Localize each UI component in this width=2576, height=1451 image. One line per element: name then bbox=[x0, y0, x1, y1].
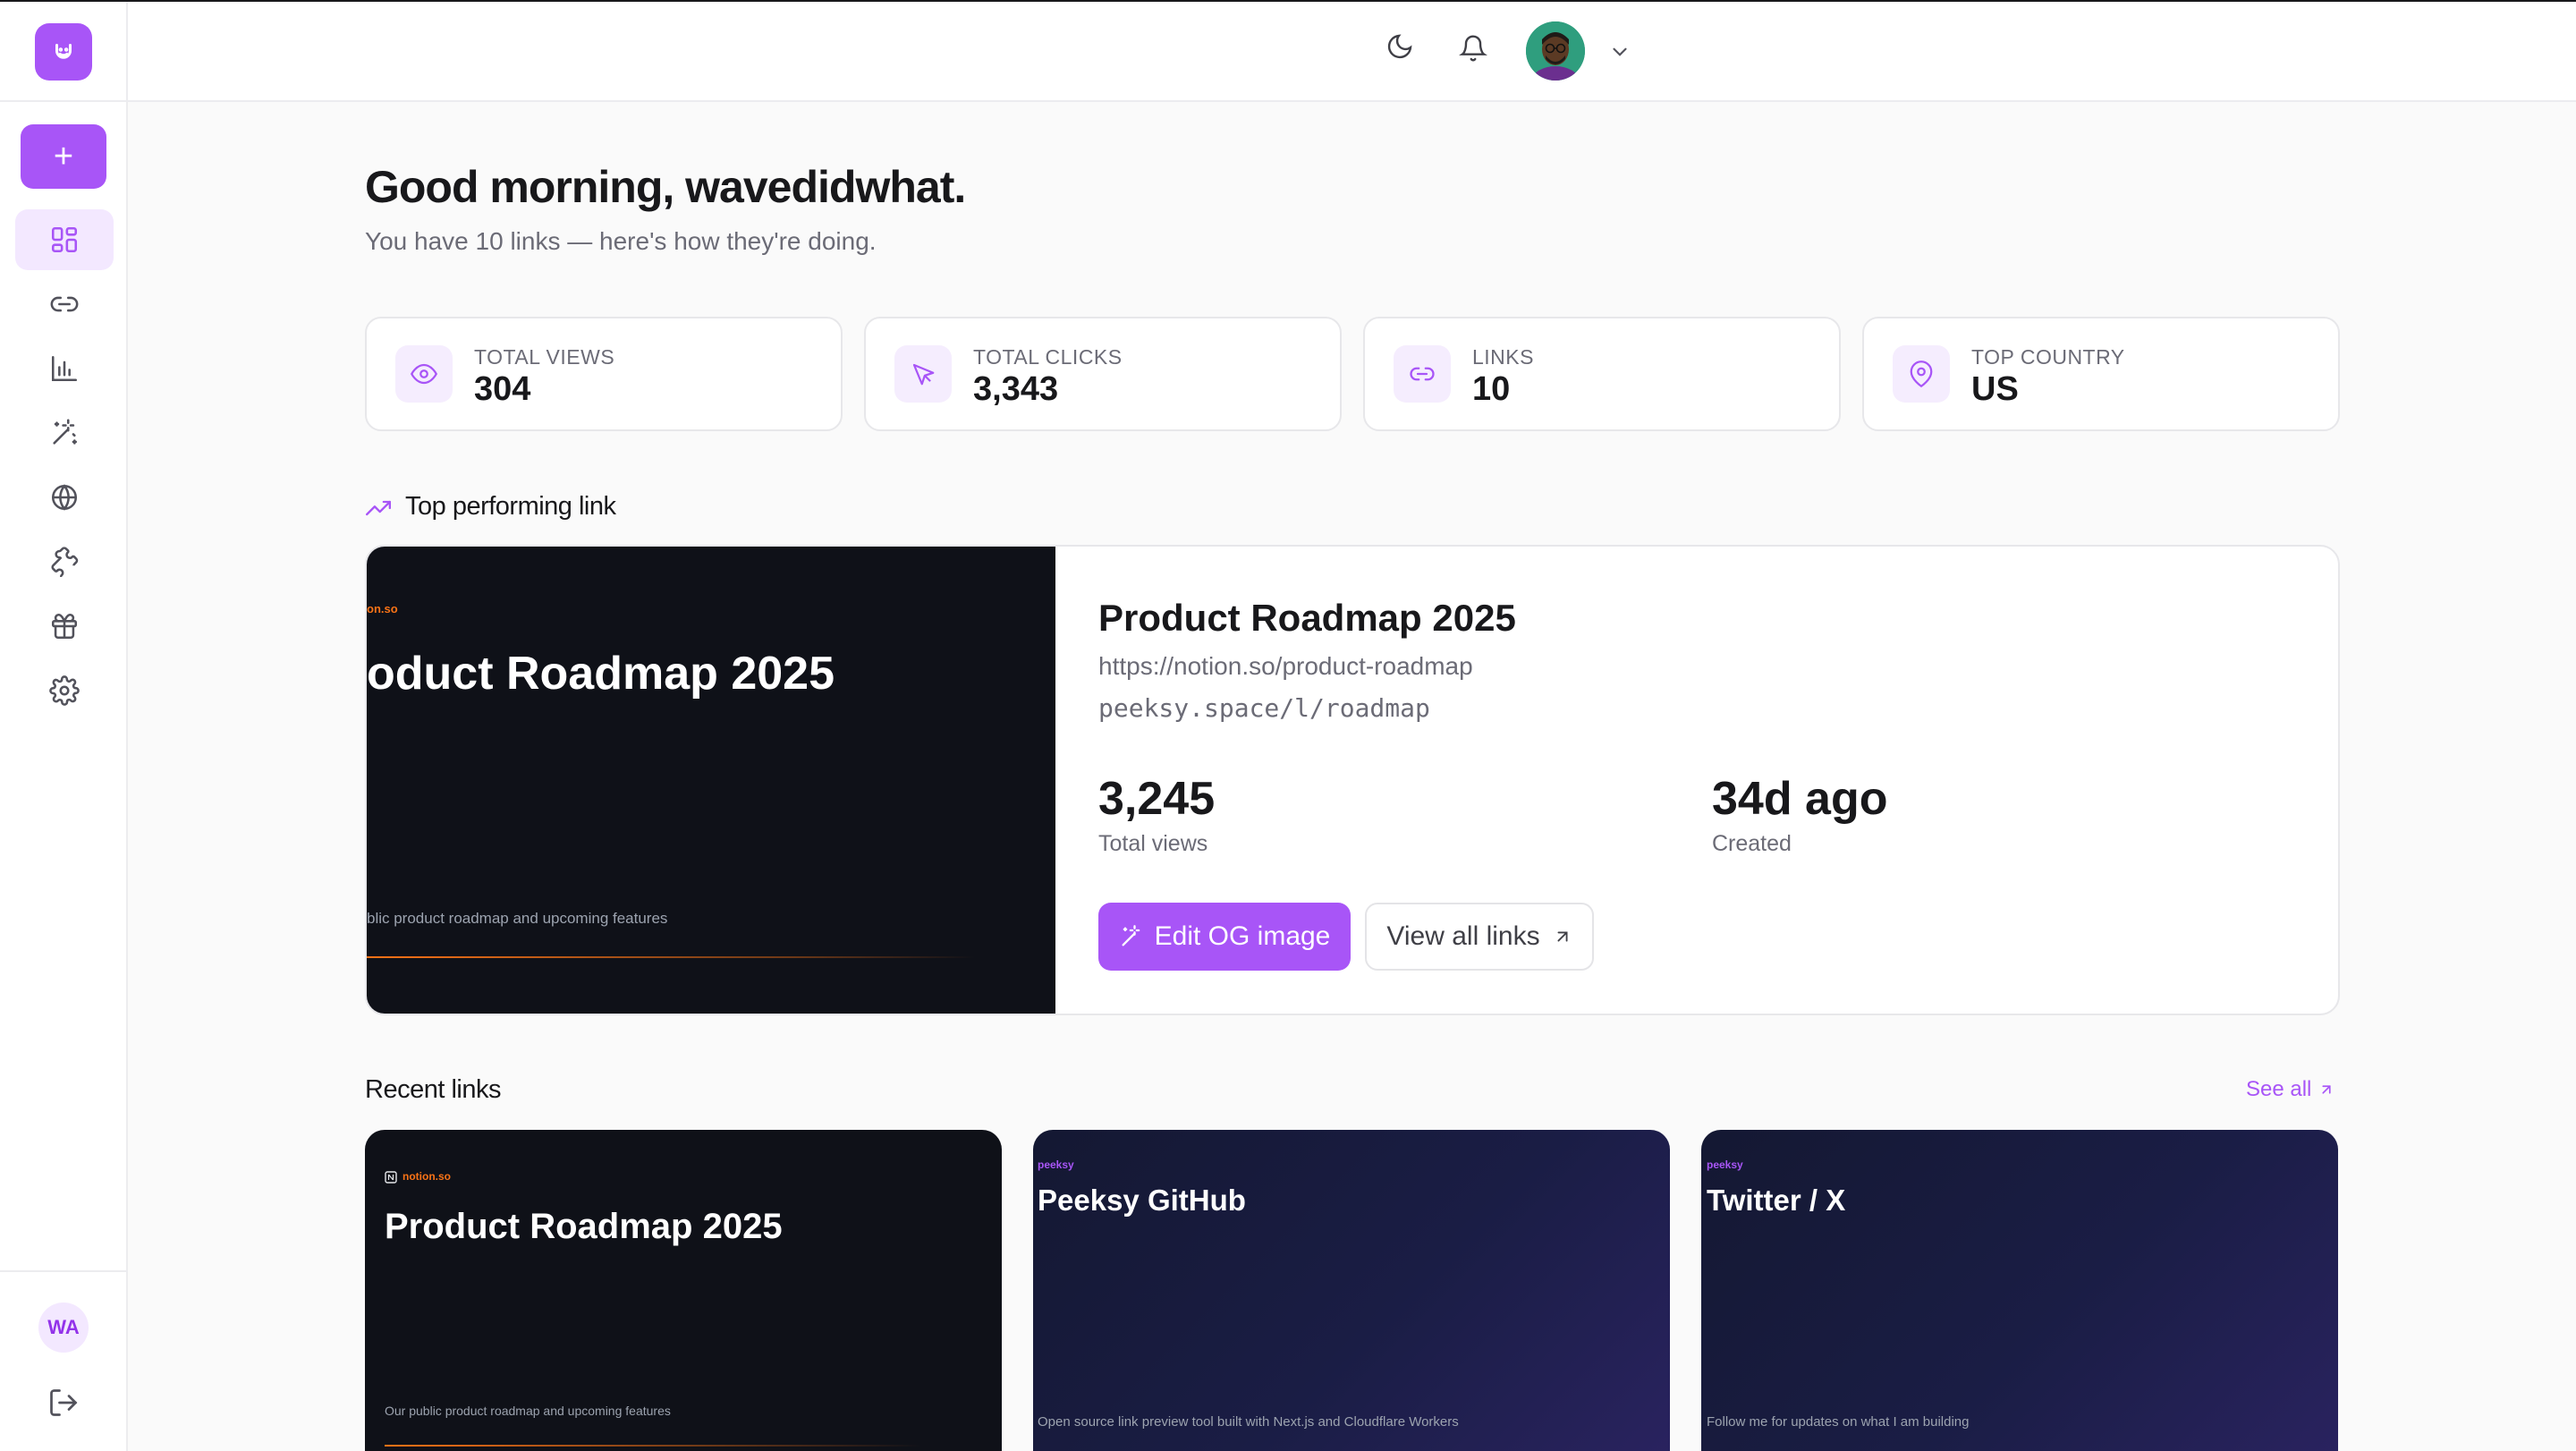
recent-link-domain: peeksy bbox=[1707, 1158, 1743, 1171]
top-link-views: 3,245 bbox=[1098, 773, 1216, 825]
sidebar-item-referrals[interactable] bbox=[15, 596, 114, 657]
stat-card-links: LINKS 10 bbox=[1363, 317, 1841, 431]
sidebar-item-links[interactable] bbox=[15, 274, 114, 335]
magic-wand-icon bbox=[53, 419, 78, 445]
page-title: Good morning, wavedidwhat. bbox=[365, 162, 966, 212]
user-menu-toggle[interactable] bbox=[1602, 34, 1638, 70]
theme-toggle-button[interactable] bbox=[1382, 29, 1418, 64]
top-link-created: 34d ago bbox=[1712, 773, 1888, 825]
recent-link-title: Twitter / X bbox=[1707, 1184, 1846, 1217]
user-avatar-image bbox=[1526, 21, 1585, 81]
top-link-views-label: Total views bbox=[1098, 831, 1208, 856]
chevron-down-icon bbox=[1613, 47, 1627, 56]
stat-card-top-country: TOP COUNTRY US bbox=[1862, 317, 2340, 431]
globe-icon bbox=[51, 484, 78, 511]
top-link-title: Product Roadmap 2025 bbox=[1098, 597, 1516, 639]
logo-face-icon bbox=[55, 44, 72, 59]
arrow-up-right-icon bbox=[2322, 1085, 2331, 1094]
sidebar: + WA bbox=[0, 2, 128, 1451]
stat-value: 304 bbox=[474, 370, 531, 408]
link-icon bbox=[1410, 367, 1435, 381]
sidebar-item-dashboard[interactable] bbox=[15, 209, 114, 270]
grid-icon bbox=[51, 226, 78, 253]
top-link-short-url[interactable]: peeksy.space/l/roadmap bbox=[1098, 693, 1430, 723]
puzzle-icon bbox=[51, 547, 79, 577]
sidebar-divider bbox=[0, 100, 126, 102]
stat-icon bbox=[1893, 345, 1950, 403]
trending-up-icon bbox=[366, 500, 391, 516]
recent-links-title: Recent links bbox=[365, 1075, 501, 1104]
page-subtitle: You have 10 links — here's how they're d… bbox=[365, 227, 877, 255]
og-accent-line bbox=[385, 1445, 921, 1447]
sidebar-item-domains[interactable] bbox=[15, 467, 114, 528]
link-icon bbox=[50, 296, 79, 312]
og-image-preview: on.so oduct Roadmap 2025 blic product ro… bbox=[367, 547, 1055, 1014]
notion-icon bbox=[385, 1171, 397, 1184]
stat-value: 10 bbox=[1472, 370, 1511, 408]
logout-icon bbox=[50, 1389, 78, 1416]
cursor-icon bbox=[912, 363, 935, 386]
stat-value: US bbox=[1971, 370, 2019, 408]
user-initials-avatar[interactable]: WA bbox=[38, 1303, 89, 1353]
view-all-links-button[interactable]: View all links bbox=[1365, 903, 1594, 971]
stat-label: TOP COUNTRY bbox=[1971, 345, 2125, 369]
bell-icon bbox=[1459, 35, 1487, 62]
view-all-links-label: View all links bbox=[1386, 921, 1540, 951]
sidebar-item-analytics[interactable] bbox=[15, 338, 114, 399]
edit-og-image-button[interactable]: Edit OG image bbox=[1098, 903, 1351, 971]
og-accent-line bbox=[367, 956, 975, 958]
bar-chart-icon bbox=[51, 355, 78, 382]
sidebar-item-og-editor[interactable] bbox=[15, 403, 114, 463]
og-title: oduct Roadmap 2025 bbox=[367, 648, 835, 700]
gift-icon bbox=[51, 613, 78, 640]
recent-link-title: Peeksy GitHub bbox=[1038, 1184, 1246, 1217]
sidebar-divider bbox=[0, 1270, 126, 1272]
gear-icon bbox=[49, 675, 80, 706]
stat-card-total-views: TOTAL VIEWS 304 bbox=[365, 317, 843, 431]
og-domain: on.so bbox=[367, 602, 398, 615]
stat-label: TOTAL VIEWS bbox=[474, 345, 615, 369]
edit-og-image-label: Edit OG image bbox=[1154, 921, 1331, 951]
recent-link-card[interactable]: peeksy Peeksy GitHub Open source link pr… bbox=[1033, 1130, 1670, 1451]
stat-label: TOTAL CLICKS bbox=[973, 345, 1123, 369]
sidebar-item-integrations[interactable] bbox=[15, 531, 114, 592]
top-performing-title: Top performing link bbox=[405, 492, 616, 521]
see-all-link[interactable]: See all bbox=[2246, 1077, 2334, 1102]
logout-button[interactable] bbox=[47, 1387, 80, 1419]
top-header bbox=[128, 2, 2576, 102]
recent-link-description: Our public product roadmap and upcoming … bbox=[385, 1404, 671, 1418]
top-link-created-label: Created bbox=[1712, 831, 1792, 856]
new-link-button[interactable]: + bbox=[21, 124, 106, 189]
recent-link-card[interactable]: notion.so Product Roadmap 2025 Our publi… bbox=[365, 1130, 1002, 1451]
stat-icon bbox=[1394, 345, 1451, 403]
recent-link-domain: notion.so bbox=[402, 1170, 451, 1183]
app-logo[interactable] bbox=[35, 23, 92, 81]
og-description: blic product roadmap and upcoming featur… bbox=[367, 910, 668, 927]
magic-wand-icon bbox=[1122, 925, 1140, 946]
recent-link-card[interactable]: peeksy Twitter / X Follow me for updates… bbox=[1701, 1130, 2338, 1451]
recent-link-description: Follow me for updates on what I am build… bbox=[1707, 1414, 1970, 1430]
notifications-button[interactable] bbox=[1455, 30, 1491, 66]
arrow-up-right-icon bbox=[1557, 931, 1568, 942]
map-pin-icon bbox=[1910, 361, 1933, 387]
moon-icon bbox=[1387, 34, 1412, 59]
user-avatar[interactable] bbox=[1526, 21, 1585, 81]
stat-value: 3,343 bbox=[973, 370, 1059, 408]
top-link-card[interactable]: on.so oduct Roadmap 2025 blic product ro… bbox=[365, 545, 2340, 1015]
see-all-label: See all bbox=[2246, 1077, 2312, 1101]
top-link-url[interactable]: https://notion.so/product-roadmap bbox=[1098, 652, 1473, 681]
sidebar-item-settings[interactable] bbox=[15, 660, 114, 721]
recent-link-description: Open source link preview tool built with… bbox=[1038, 1414, 1459, 1430]
stat-card-total-clicks: TOTAL CLICKS 3,343 bbox=[864, 317, 1342, 431]
eye-icon bbox=[411, 363, 437, 385]
recent-link-title: Product Roadmap 2025 bbox=[385, 1207, 783, 1246]
stat-icon bbox=[395, 345, 453, 403]
stat-icon bbox=[894, 345, 952, 403]
stat-label: LINKS bbox=[1472, 345, 1534, 369]
recent-link-domain: peeksy bbox=[1038, 1158, 1074, 1171]
